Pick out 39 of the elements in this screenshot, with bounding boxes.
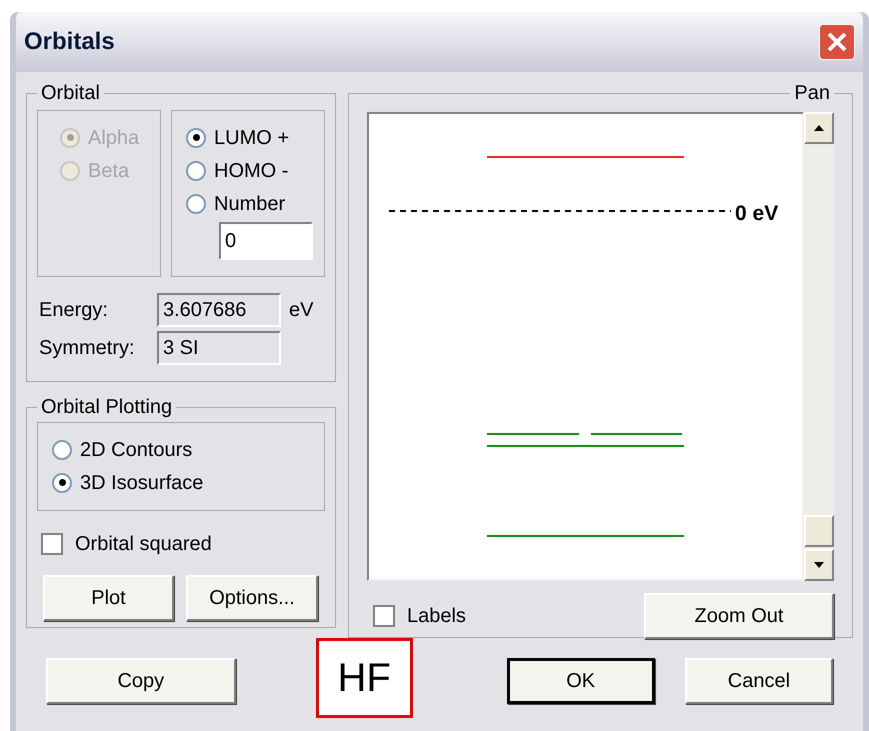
radio-label: 3D Isosurface [80, 470, 204, 496]
annotation-label: HF [316, 638, 413, 718]
radio-label: Beta [88, 158, 130, 184]
checkbox-label: Orbital squared [75, 532, 212, 557]
symmetry-field: 3 SI [157, 331, 281, 365]
push-button[interactable]: Copy [46, 658, 236, 704]
group-title: Orbital [40, 81, 101, 106]
scroll-up-icon[interactable] [804, 112, 834, 144]
push-button[interactable]: OK [506, 658, 655, 704]
checkbox-label: Labels [407, 604, 466, 629]
radio-button[interactable] [186, 160, 206, 180]
window-title: Orbitals [24, 27, 115, 57]
radio-label: Alpha [88, 126, 140, 150]
field-label: Energy: [39, 298, 109, 323]
scrollbar[interactable] [804, 112, 834, 581]
unit-label: eV [289, 298, 314, 323]
radio-button[interactable] [186, 194, 206, 214]
zero-energy-label: 0 eV [735, 201, 778, 227]
field-label: Symmetry: [39, 336, 136, 361]
close-icon[interactable] [819, 24, 855, 60]
number-field[interactable]: 0 [219, 222, 313, 260]
radio-label: Number [214, 192, 286, 216]
radio-button[interactable] [186, 128, 206, 148]
energy-field: 3.607686 [157, 293, 281, 327]
push-button[interactable]: Zoom Out [644, 593, 834, 639]
push-button[interactable]: Cancel [684, 658, 833, 704]
push-button[interactable]: Plot [43, 575, 174, 621]
radio-button[interactable] [52, 440, 72, 460]
radio-label: LUMO + [214, 126, 290, 150]
radio-button[interactable] [52, 472, 72, 492]
group-title: Orbital Plotting [40, 395, 174, 420]
scroll-thumb[interactable] [804, 515, 834, 547]
push-button[interactable]: Options... [186, 575, 318, 621]
scroll-down-icon[interactable] [804, 549, 834, 581]
checkbox[interactable] [373, 605, 395, 627]
radio-label: 2D Contours [80, 438, 192, 462]
group-title: Pan [793, 81, 831, 106]
radio-label: HOMO - [214, 158, 288, 184]
checkbox[interactable] [41, 533, 63, 555]
